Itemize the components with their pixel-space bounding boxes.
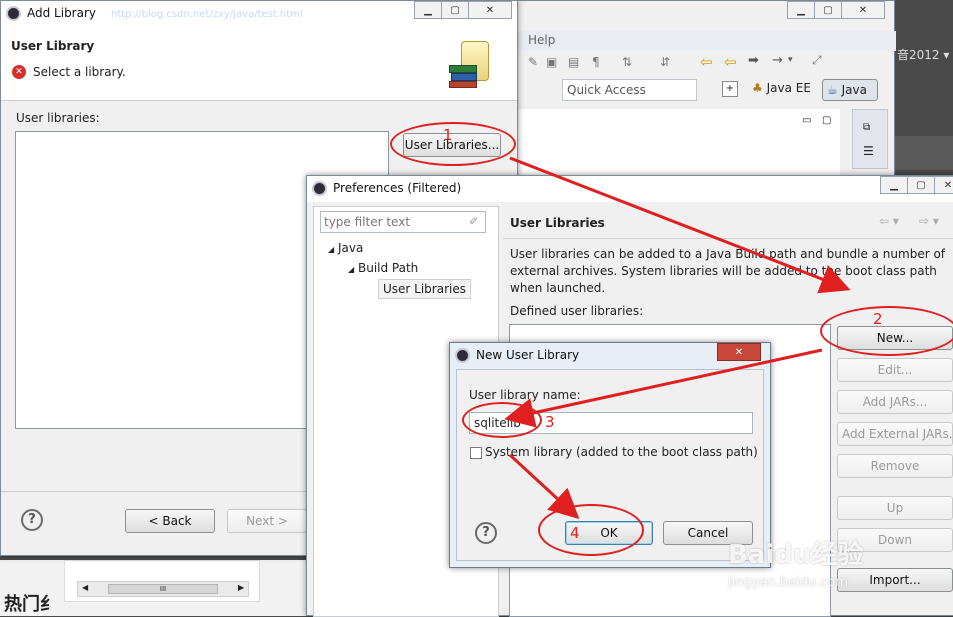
annotation-circle-2 <box>820 306 953 356</box>
annotation-number-4: 4 <box>570 524 580 542</box>
annotation-circle-1 <box>390 122 516 166</box>
annotation-circle-4 <box>538 504 644 556</box>
arrow-1-to-2 <box>509 156 851 294</box>
arrow-3-to-4 <box>508 453 580 520</box>
annotation-number-3: 3 <box>545 413 555 431</box>
annotation-circle-3 <box>462 402 542 438</box>
annotation-number-1: 1 <box>443 126 453 144</box>
annotation-number-2: 2 <box>873 310 883 328</box>
watermark: Baidu经验 jingyan.baidu.com <box>728 534 948 614</box>
watermark-sub: jingyan.baidu.com <box>728 575 848 590</box>
arrow-2-to-3 <box>504 348 823 428</box>
watermark-main: Baidu经验 <box>728 540 864 570</box>
annotation-arrows <box>504 156 851 520</box>
